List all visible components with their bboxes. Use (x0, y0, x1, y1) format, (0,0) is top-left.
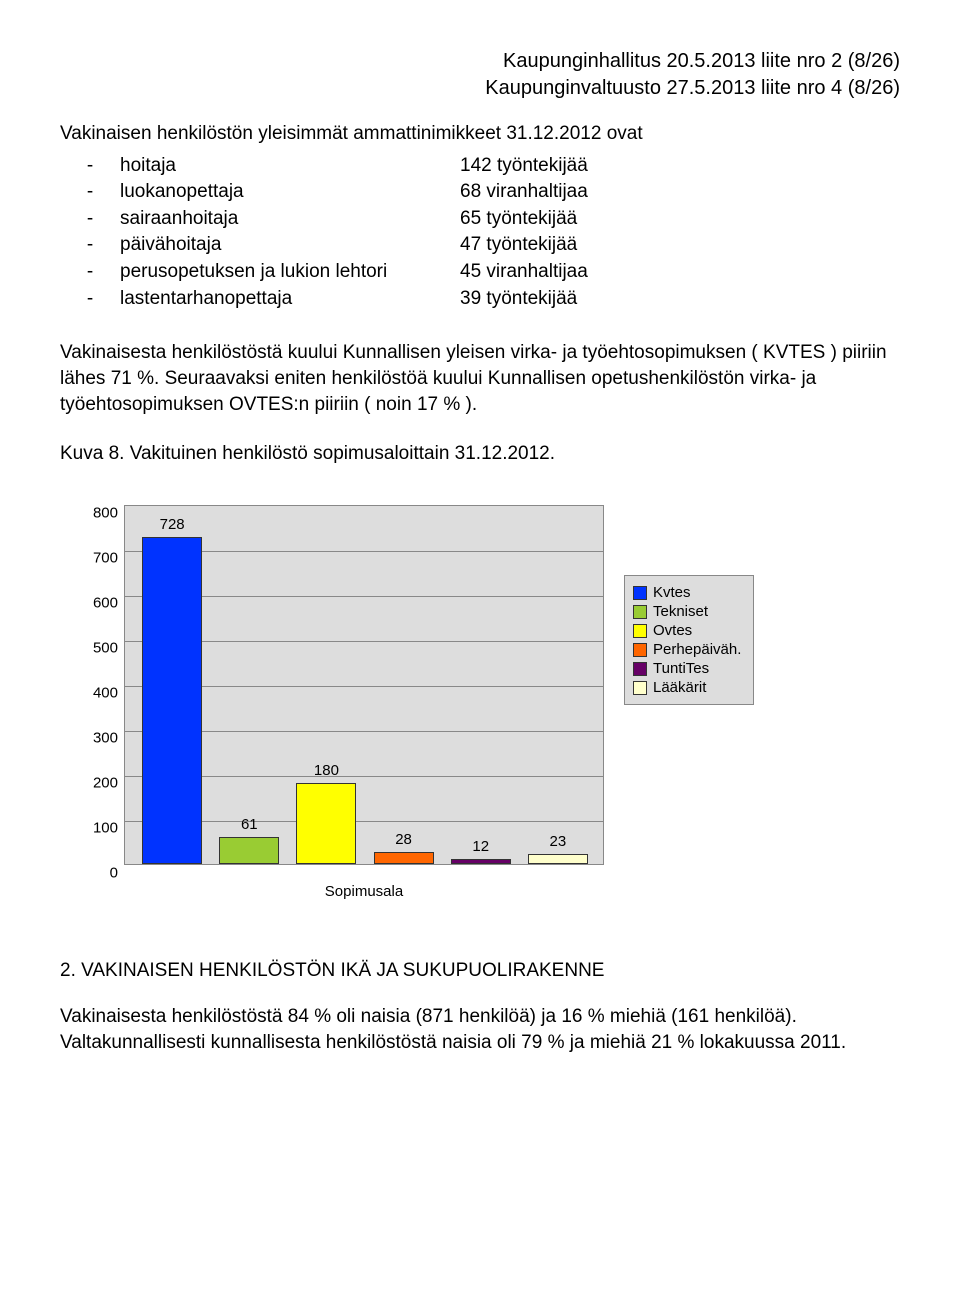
y-tick: 500 (93, 640, 118, 657)
bar-value-label: 180 (296, 762, 356, 779)
chart-legend: Kvtes Tekniset Ovtes Perhepäiväh. TuntiTes Lä… (624, 575, 754, 705)
list-dash: - (60, 232, 120, 259)
bar-value-label: 23 (528, 833, 588, 850)
legend-swatch (633, 586, 647, 600)
y-tick: 400 (93, 685, 118, 702)
job-count: 39 työntekijää (460, 286, 577, 313)
job-title: lastentarhanopettaja (120, 286, 460, 313)
job-list: -hoitaja142 työntekijää-luokanopettaja68… (60, 153, 900, 313)
legend-label: Ovtes (653, 622, 692, 639)
intro-text: Vakinaisen henkilöstön yleisimmät ammatt… (60, 122, 900, 147)
y-tick: 800 (93, 505, 118, 522)
legend-item: Perhepäiväh. (633, 641, 743, 658)
legend-item: TuntiTes (633, 660, 743, 677)
page-header: Kaupunginhallitus 20.5.2013 liite nro 2 … (60, 48, 900, 102)
legend-swatch (633, 662, 647, 676)
legend-swatch (633, 605, 647, 619)
job-title: päivähoitaja (120, 232, 460, 259)
y-tick: 600 (93, 595, 118, 612)
job-title: perusopetuksen ja lukion lehtori (120, 259, 460, 286)
chart: 0 100 200 300 400 500 600 700 800 728 61 180 28 12 23… (80, 505, 900, 900)
chart-bar (528, 854, 588, 864)
job-count: 47 työntekijää (460, 232, 577, 259)
list-item: -sairaanhoitaja65 työntekijää (60, 206, 900, 233)
y-tick: 300 (93, 730, 118, 747)
list-dash: - (60, 206, 120, 233)
chart-bar (219, 837, 279, 864)
legend-label: Lääkärit (653, 679, 706, 696)
list-item: -luokanopettaja68 viranhaltijaa (60, 179, 900, 206)
legend-label: Tekniset (653, 603, 708, 620)
chart-bar (296, 783, 356, 864)
list-dash: - (60, 179, 120, 206)
chart-plot-area: 728 61 180 28 12 23 (124, 505, 604, 865)
chart-bar (142, 537, 202, 865)
chart-bar (374, 852, 434, 865)
job-count: 68 viranhaltijaa (460, 179, 588, 206)
job-title: sairaanhoitaja (120, 206, 460, 233)
job-title: hoitaja (120, 153, 460, 180)
bar-value-label: 28 (374, 831, 434, 848)
header-line-2: Kaupunginvaltuusto 27.5.2013 liite nro 4… (60, 75, 900, 102)
list-dash: - (60, 259, 120, 286)
list-item: -perusopetuksen ja lukion lehtori45 vira… (60, 259, 900, 286)
chart-bars: 728 61 180 28 12 23 (125, 506, 603, 864)
job-count: 65 työntekijää (460, 206, 577, 233)
header-line-1: Kaupunginhallitus 20.5.2013 liite nro 2 … (60, 48, 900, 75)
list-item: -hoitaja142 työntekijää (60, 153, 900, 180)
chart-y-axis: 0100200300400500600700800 (80, 505, 124, 865)
list-dash: - (60, 153, 120, 180)
legend-label: Kvtes (653, 584, 691, 601)
chart-x-label: Sopimusala (124, 883, 604, 900)
job-title: luokanopettaja (120, 179, 460, 206)
chart-caption: Kuva 8. Vakituinen henkilöstö sopimusalo… (60, 443, 900, 465)
legend-swatch (633, 643, 647, 657)
chart-bar (451, 859, 511, 864)
job-count: 45 viranhaltijaa (460, 259, 588, 286)
bar-value-label: 728 (142, 516, 202, 533)
y-tick: 200 (93, 775, 118, 792)
bar-value-label: 61 (219, 816, 279, 833)
footer-paragraph: Vakinaisesta henkilöstöstä 84 % oli nais… (60, 1004, 900, 1055)
y-tick: 700 (93, 550, 118, 567)
legend-item: Tekniset (633, 603, 743, 620)
legend-swatch (633, 624, 647, 638)
legend-item: Kvtes (633, 584, 743, 601)
section-heading: 2. VAKINAISEN HENKILÖSTÖN IKÄ JA SUKUPUO… (60, 960, 900, 982)
list-item: -lastentarhanopettaja39 työntekijää (60, 286, 900, 313)
job-count: 142 työntekijää (460, 153, 588, 180)
y-tick: 100 (93, 820, 118, 837)
list-dash: - (60, 286, 120, 313)
body-paragraph: Vakinaisesta henkilöstöstä kuului Kunnal… (60, 340, 900, 417)
y-tick: 0 (110, 865, 118, 882)
legend-item: Ovtes (633, 622, 743, 639)
legend-swatch (633, 681, 647, 695)
legend-label: TuntiTes (653, 660, 709, 677)
bar-value-label: 12 (451, 838, 511, 855)
list-item: -päivähoitaja47 työntekijää (60, 232, 900, 259)
legend-item: Lääkärit (633, 679, 743, 696)
legend-label: Perhepäiväh. (653, 641, 741, 658)
